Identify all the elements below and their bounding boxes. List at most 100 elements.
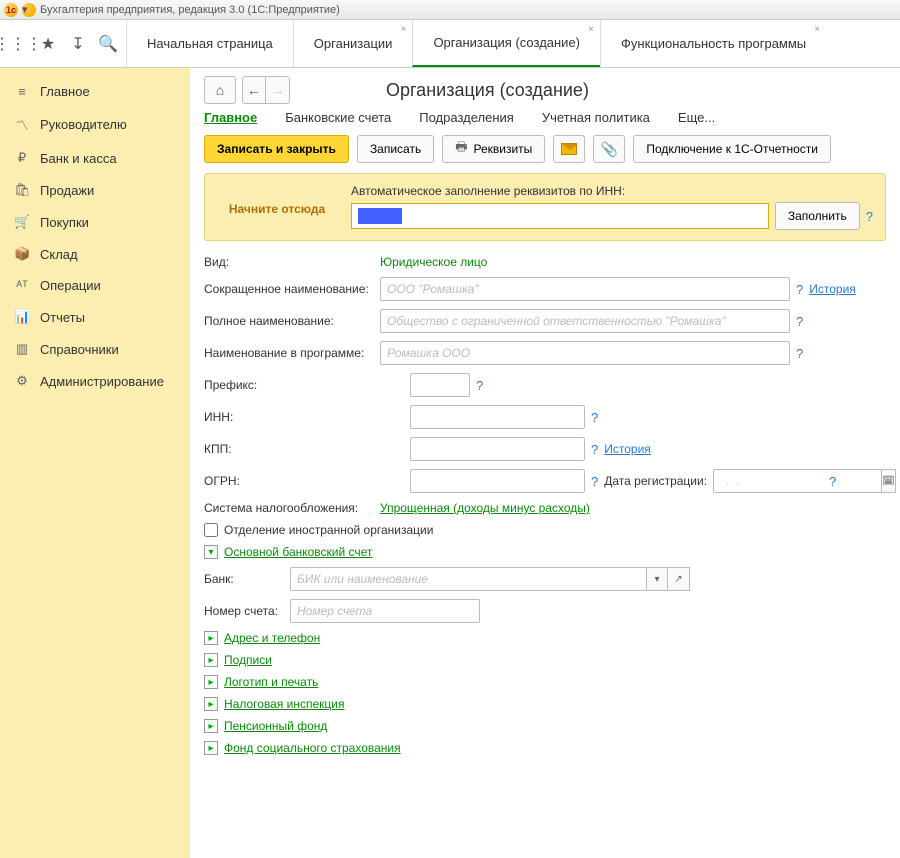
expand-icon: ▸ (204, 675, 218, 689)
short-name-input[interactable] (380, 277, 790, 301)
tab-organizations[interactable]: Организации × (293, 20, 413, 67)
fill-button[interactable]: Заполнить (775, 202, 860, 230)
help-icon[interactable]: ? (591, 410, 598, 425)
inn-input[interactable] (351, 203, 769, 229)
mail-button[interactable] (553, 135, 585, 163)
help-icon[interactable]: ? (476, 378, 483, 393)
ogrn-label: ОГРН: (204, 474, 404, 488)
home-button[interactable]: ⌂ (204, 76, 236, 104)
section-label: Налоговая инспекция (224, 697, 345, 711)
checkbox-input[interactable] (204, 523, 218, 537)
sidebar-item-refs[interactable]: ▥Справочники (0, 333, 190, 365)
expand-icon: ▸ (204, 719, 218, 733)
section-signatures[interactable]: ▸Подписи (204, 653, 886, 667)
sidebar-item-warehouse[interactable]: 📦Склад (0, 238, 190, 270)
subtab-divisions[interactable]: Подразделения (419, 110, 514, 125)
tab-start-page[interactable]: Начальная страница (126, 20, 293, 67)
window-title: Бухгалтерия предприятия, редакция 3.0 (1… (40, 4, 340, 16)
foreign-branch-checkbox[interactable]: Отделение иностранной организации (204, 523, 886, 537)
main-content: ⌂ ← → Организация (создание) Главное Бан… (190, 68, 900, 858)
subtab-bank-accounts[interactable]: Банковские счета (285, 110, 391, 125)
bank-label: Банк: (204, 572, 284, 586)
sidebar-item-bank[interactable]: ₽Банк и касса (0, 142, 190, 174)
subtab-policy[interactable]: Учетная политика (542, 110, 650, 125)
tab-functionality[interactable]: Функциональность программы × (600, 20, 826, 67)
kpp-label: КПП: (204, 442, 404, 456)
calendar-icon[interactable]: 🗓 (881, 469, 896, 493)
selection-highlight (358, 208, 402, 224)
section-logo[interactable]: ▸Логотип и печать (204, 675, 886, 689)
history-link[interactable]: История (604, 442, 651, 456)
star-icon[interactable]: ★ (34, 30, 62, 58)
tax-system-link[interactable]: Упрощенная (доходы минус расходы) (380, 501, 590, 515)
tool-icons: ⋮⋮⋮ ★ ↧ 🔍 (0, 20, 126, 67)
ogrn-field[interactable] (410, 469, 585, 493)
start-here-panel: Начните отсюда Автоматическое заполнение… (204, 173, 886, 241)
close-icon[interactable]: × (814, 24, 820, 35)
apps-icon[interactable]: ⋮⋮⋮ (4, 30, 32, 58)
section-bank-account[interactable]: ▾ Основной банковский счет (204, 545, 886, 559)
section-label: Адрес и телефон (224, 631, 320, 645)
section-pension[interactable]: ▸Пенсионный фонд (204, 719, 886, 733)
prefix-input[interactable] (410, 373, 470, 397)
tab-organization-create[interactable]: Организация (создание) × (412, 20, 600, 67)
prog-name-input[interactable] (380, 341, 790, 365)
save-button[interactable]: Записать (357, 135, 434, 163)
section-social[interactable]: ▸Фонд социального страхования (204, 741, 886, 755)
button-label: Заполнить (788, 209, 847, 223)
help-icon[interactable]: ? (866, 209, 873, 224)
requisites-button[interactable]: Реквизиты (442, 135, 545, 163)
checkbox-label: Отделение иностранной организации (224, 523, 433, 537)
help-icon[interactable]: ? (796, 314, 803, 329)
prefix-label: Префикс: (204, 378, 404, 392)
open-icon[interactable]: ↗ (668, 567, 690, 591)
subtab-main[interactable]: Главное (204, 110, 257, 125)
close-icon[interactable]: × (401, 24, 407, 35)
back-button[interactable]: ← (242, 76, 266, 104)
account-label: Номер счета: (204, 604, 284, 618)
help-icon[interactable]: ? (591, 474, 598, 489)
forward-button[interactable]: → (266, 76, 290, 104)
sidebar-item-reports[interactable]: 📊Отчеты (0, 301, 190, 333)
full-name-input[interactable] (380, 309, 790, 333)
history-icon[interactable]: ↧ (64, 30, 92, 58)
help-icon[interactable]: ? (796, 346, 803, 361)
sidebar: ≡Главное 〽Руководителю ₽Банк и касса 🛍Пр… (0, 68, 190, 858)
account-input[interactable] (290, 599, 480, 623)
help-icon[interactable]: ? (591, 442, 598, 457)
inn-autofill-hint: Автоматическое заполнение реквизитов по … (351, 184, 873, 198)
search-icon[interactable]: 🔍 (94, 30, 122, 58)
sidebar-item-main[interactable]: ≡Главное (0, 76, 190, 107)
sidebar-item-sales[interactable]: 🛍Продажи (0, 174, 190, 206)
dropdown-icon[interactable]: ▾ (646, 567, 668, 591)
sidebar-item-operations[interactable]: ᴬᵀОперации (0, 270, 190, 301)
bank-input[interactable] (290, 567, 646, 591)
vid-label: Вид: (204, 255, 374, 269)
sidebar-item-purchases[interactable]: 🛒Покупки (0, 206, 190, 238)
expand-icon: ▸ (204, 631, 218, 645)
reg-date-input[interactable] (713, 469, 881, 493)
inn-field[interactable] (410, 405, 585, 429)
tax-system-label: Система налогообложения: (204, 501, 374, 515)
help-icon[interactable]: ? (829, 474, 836, 489)
section-address[interactable]: ▸ Адрес и телефон (204, 631, 886, 645)
dropdown-icon[interactable]: ▾ (22, 3, 36, 17)
close-icon[interactable]: × (588, 24, 594, 35)
kpp-field[interactable] (410, 437, 585, 461)
cart-icon: 🛒 (14, 214, 30, 230)
sidebar-item-manager[interactable]: 〽Руководителю (0, 107, 190, 142)
history-link[interactable]: История (809, 282, 856, 296)
save-and-close-button[interactable]: Записать и закрыть (204, 135, 349, 163)
section-tax-inspection[interactable]: ▸Налоговая инспекция (204, 697, 886, 711)
reg-date-label: Дата регистрации: (604, 474, 707, 488)
connect-reporting-button[interactable]: Подключение к 1С-Отчетности (633, 135, 831, 163)
help-icon[interactable]: ? (796, 282, 803, 297)
attach-button[interactable]: 📎 (593, 135, 625, 163)
subtab-more[interactable]: Еще... (678, 110, 715, 125)
sidebar-item-admin[interactable]: ⚙Администрирование (0, 365, 190, 397)
button-label: Записать (370, 142, 421, 156)
paperclip-icon: 📎 (601, 141, 618, 158)
sidebar-item-label: Операции (40, 278, 101, 293)
bag-icon: 🛍 (14, 182, 30, 198)
button-label: Записать и закрыть (217, 142, 336, 156)
